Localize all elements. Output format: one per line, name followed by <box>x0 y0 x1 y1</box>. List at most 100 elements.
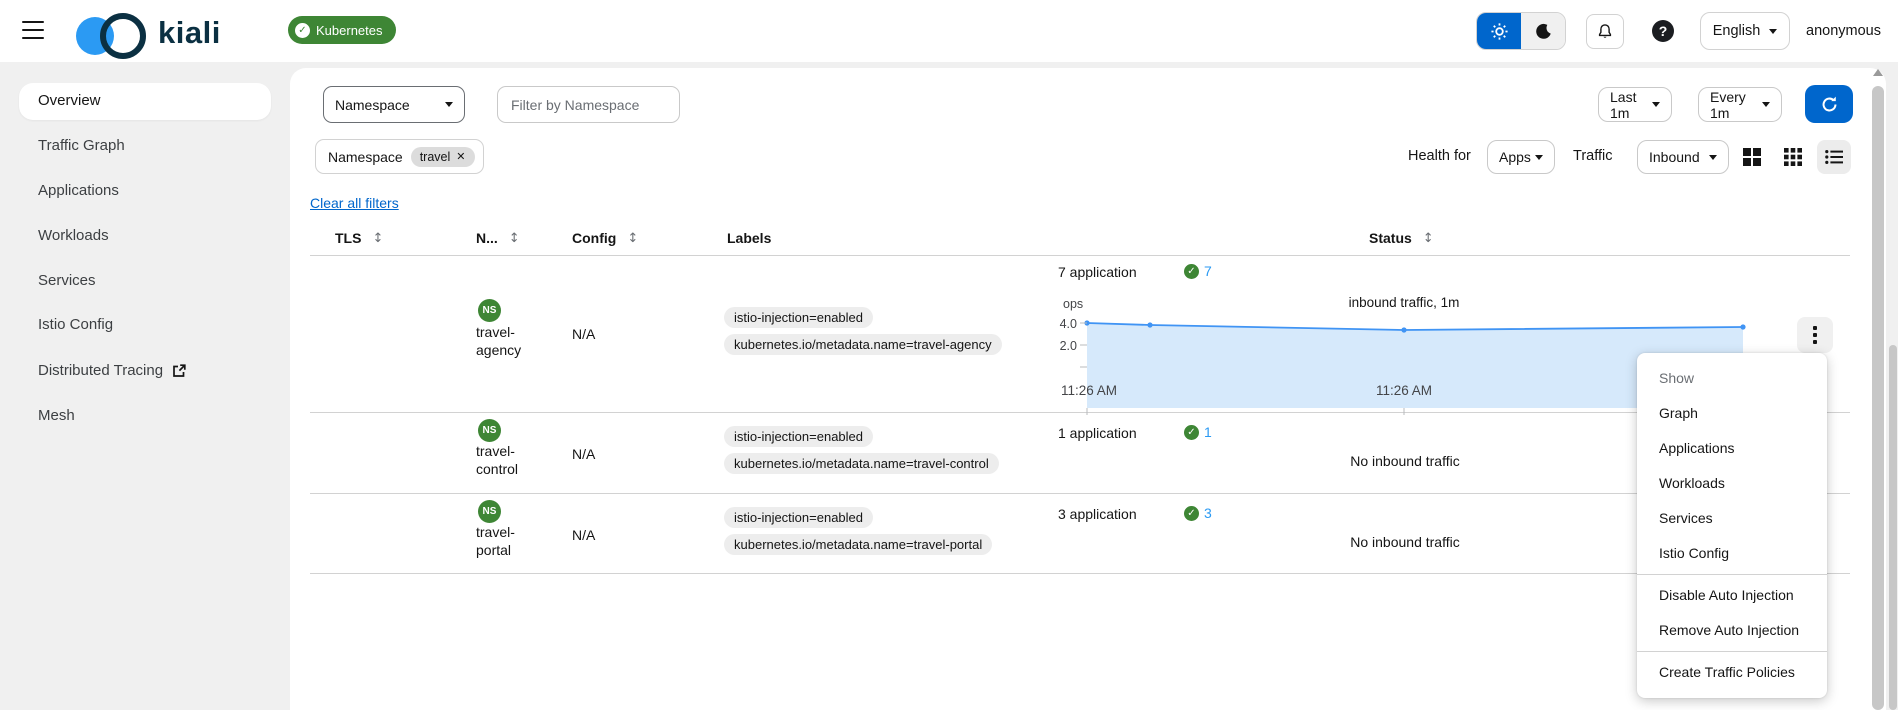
menu-item-create-traffic-policies[interactable]: Create Traffic Policies <box>1637 655 1827 690</box>
scrollbar-up-arrow[interactable] <box>1873 69 1883 76</box>
column-header-tls[interactable]: TLS ↕ <box>335 230 383 246</box>
kiali-logo-ring <box>100 13 146 59</box>
menu-item-remove-auto-injection[interactable]: Remove Auto Injection <box>1637 613 1827 648</box>
menu-item-applications[interactable]: Applications <box>1637 431 1827 466</box>
healthy-check-icon: ✓ <box>1184 505 1199 521</box>
sidebar-item-applications[interactable]: Applications <box>38 182 119 199</box>
label-chip: kubernetes.io/metadata.name=travel-porta… <box>724 534 993 555</box>
sort-icon: ↕ <box>508 230 520 246</box>
label-chip: kubernetes.io/metadata.name=travel-contr… <box>724 453 999 474</box>
traffic-direction-select[interactable]: Inbound <box>1637 140 1729 174</box>
active-filter-chip-group: Namespace travel ✕ <box>315 139 484 174</box>
sidebar-item-istio-config[interactable]: Istio Config <box>38 316 113 333</box>
health-status: ✓ 1 <box>1184 424 1212 440</box>
clear-all-filters-link[interactable]: Clear all filters <box>310 195 399 211</box>
filter-type-select[interactable]: Namespace <box>323 86 465 123</box>
close-icon[interactable]: ✕ <box>456 150 465 163</box>
sidebar-item-label: Workloads <box>38 227 109 244</box>
language-selector[interactable]: English <box>1700 12 1790 50</box>
column-header-label: TLS <box>335 230 362 246</box>
healthy-count-link[interactable]: 1 <box>1204 424 1212 440</box>
list-view-toggle[interactable] <box>1817 140 1851 174</box>
user-name: anonymous <box>1806 23 1881 39</box>
column-header-label: Status <box>1369 230 1412 246</box>
table-divider <box>310 493 1850 494</box>
table-divider <box>310 573 1850 574</box>
sort-icon: ↕ <box>1422 230 1434 246</box>
apps-count-text: 3 application <box>1058 506 1137 522</box>
duration-select-value: Last 1m <box>1610 88 1637 121</box>
sidebar-item-mesh[interactable]: Mesh <box>38 407 75 424</box>
sidebar-item-overview[interactable]: Overview <box>38 92 101 109</box>
refresh-button[interactable] <box>1805 85 1853 123</box>
chevron-down-icon <box>1535 154 1543 160</box>
menu-divider <box>1637 574 1827 575</box>
sidebar-item-label: Applications <box>38 182 119 199</box>
menu-item-graph[interactable]: Graph <box>1637 396 1827 431</box>
apps-count-text: 7 application <box>1058 264 1137 280</box>
column-header-name[interactable]: N... ↕ <box>476 230 520 246</box>
healthy-count-link[interactable]: 3 <box>1204 505 1212 521</box>
refresh-interval-select[interactable]: Every 1m <box>1698 87 1782 122</box>
column-header-labels: Labels <box>727 230 771 246</box>
check-circle-icon: ✓ <box>295 22 310 38</box>
help-button[interactable]: ? <box>1652 20 1674 42</box>
chevron-down-icon <box>445 102 453 107</box>
dark-theme-button[interactable] <box>1521 13 1565 49</box>
chart-y-tick: 2.0 <box>1060 339 1077 353</box>
namespace-name: control <box>476 461 519 477</box>
kiali-logo[interactable]: kiali <box>74 6 254 59</box>
menu-item-disable-auto-injection[interactable]: Disable Auto Injection <box>1637 578 1827 613</box>
row-actions-kebab-button[interactable] <box>1797 317 1833 353</box>
chevron-down-icon <box>1709 154 1717 160</box>
refresh-interval-select-value: Every 1m <box>1710 88 1746 121</box>
nav-toggle-icon[interactable] <box>22 21 44 39</box>
grid-large-icon <box>1743 148 1761 166</box>
healthy-check-icon: ✓ <box>1184 424 1199 440</box>
duration-select[interactable]: Last 1m <box>1598 87 1672 122</box>
chart-y-tick: 4.0 <box>1060 317 1077 331</box>
namespace-name: agency <box>476 342 522 358</box>
menu-item-show: Show <box>1659 370 1695 386</box>
sort-icon: ↕ <box>372 230 384 246</box>
kiali-logo-text: kiali <box>158 15 221 50</box>
namespace-name: travel- <box>476 524 515 540</box>
column-header-label: N... <box>476 230 498 246</box>
apps-count-text: 1 application <box>1058 425 1137 441</box>
filter-chip-travel: travel ✕ <box>410 146 475 167</box>
column-header-status[interactable]: Status ↕ <box>1369 230 1434 246</box>
namespace-name: portal <box>476 542 512 558</box>
notifications-button[interactable] <box>1586 14 1624 49</box>
expand-view-toggle[interactable] <box>1735 140 1769 174</box>
menu-item-istio-config[interactable]: Istio Config <box>1637 536 1827 571</box>
sidebar-item-label: Istio Config <box>38 316 114 333</box>
traffic-status-text: No inbound traffic <box>1350 453 1460 469</box>
column-header-label: Config <box>572 230 617 246</box>
column-header-config[interactable]: Config ↕ <box>572 230 638 246</box>
sidebar-item-traffic-graph[interactable]: Traffic Graph <box>38 137 125 154</box>
compact-view-toggle[interactable] <box>1776 140 1810 174</box>
namespace-badge: NS <box>478 419 501 442</box>
menu-item-services[interactable]: Services <box>1637 501 1827 536</box>
table-divider <box>310 255 1850 256</box>
window-scrollbar-thumb[interactable] <box>1889 345 1897 710</box>
chart-x-tick: 11:26 AM <box>1061 383 1117 398</box>
healthy-count-link[interactable]: 7 <box>1204 263 1212 279</box>
light-theme-button[interactable] <box>1477 13 1521 49</box>
sidebar-item-label: Traffic Graph <box>38 137 125 154</box>
namespace-badge: NS <box>478 500 501 523</box>
sidebar-item-distributed-tracing[interactable]: Distributed Tracing <box>38 362 186 379</box>
health-for-select[interactable]: Apps <box>1487 140 1555 174</box>
content-scrollbar-thumb[interactable] <box>1872 86 1884 710</box>
healthy-check-icon: ✓ <box>1184 263 1199 279</box>
namespace-filter-input[interactable] <box>497 86 680 123</box>
health-status: ✓ 7 <box>1184 263 1212 279</box>
menu-item-workloads[interactable]: Workloads <box>1637 466 1827 501</box>
top-bar: kiali ✓ Kubernetes ? English anonymous <box>0 0 1898 62</box>
theme-toggle <box>1476 12 1566 50</box>
sidebar-item-workloads[interactable]: Workloads <box>38 227 109 244</box>
health-for-label: Health for <box>1408 148 1471 164</box>
sort-icon: ↕ <box>627 230 639 246</box>
sidebar-item-services[interactable]: Services <box>38 272 96 289</box>
sidebar-item-label: Services <box>38 272 96 289</box>
